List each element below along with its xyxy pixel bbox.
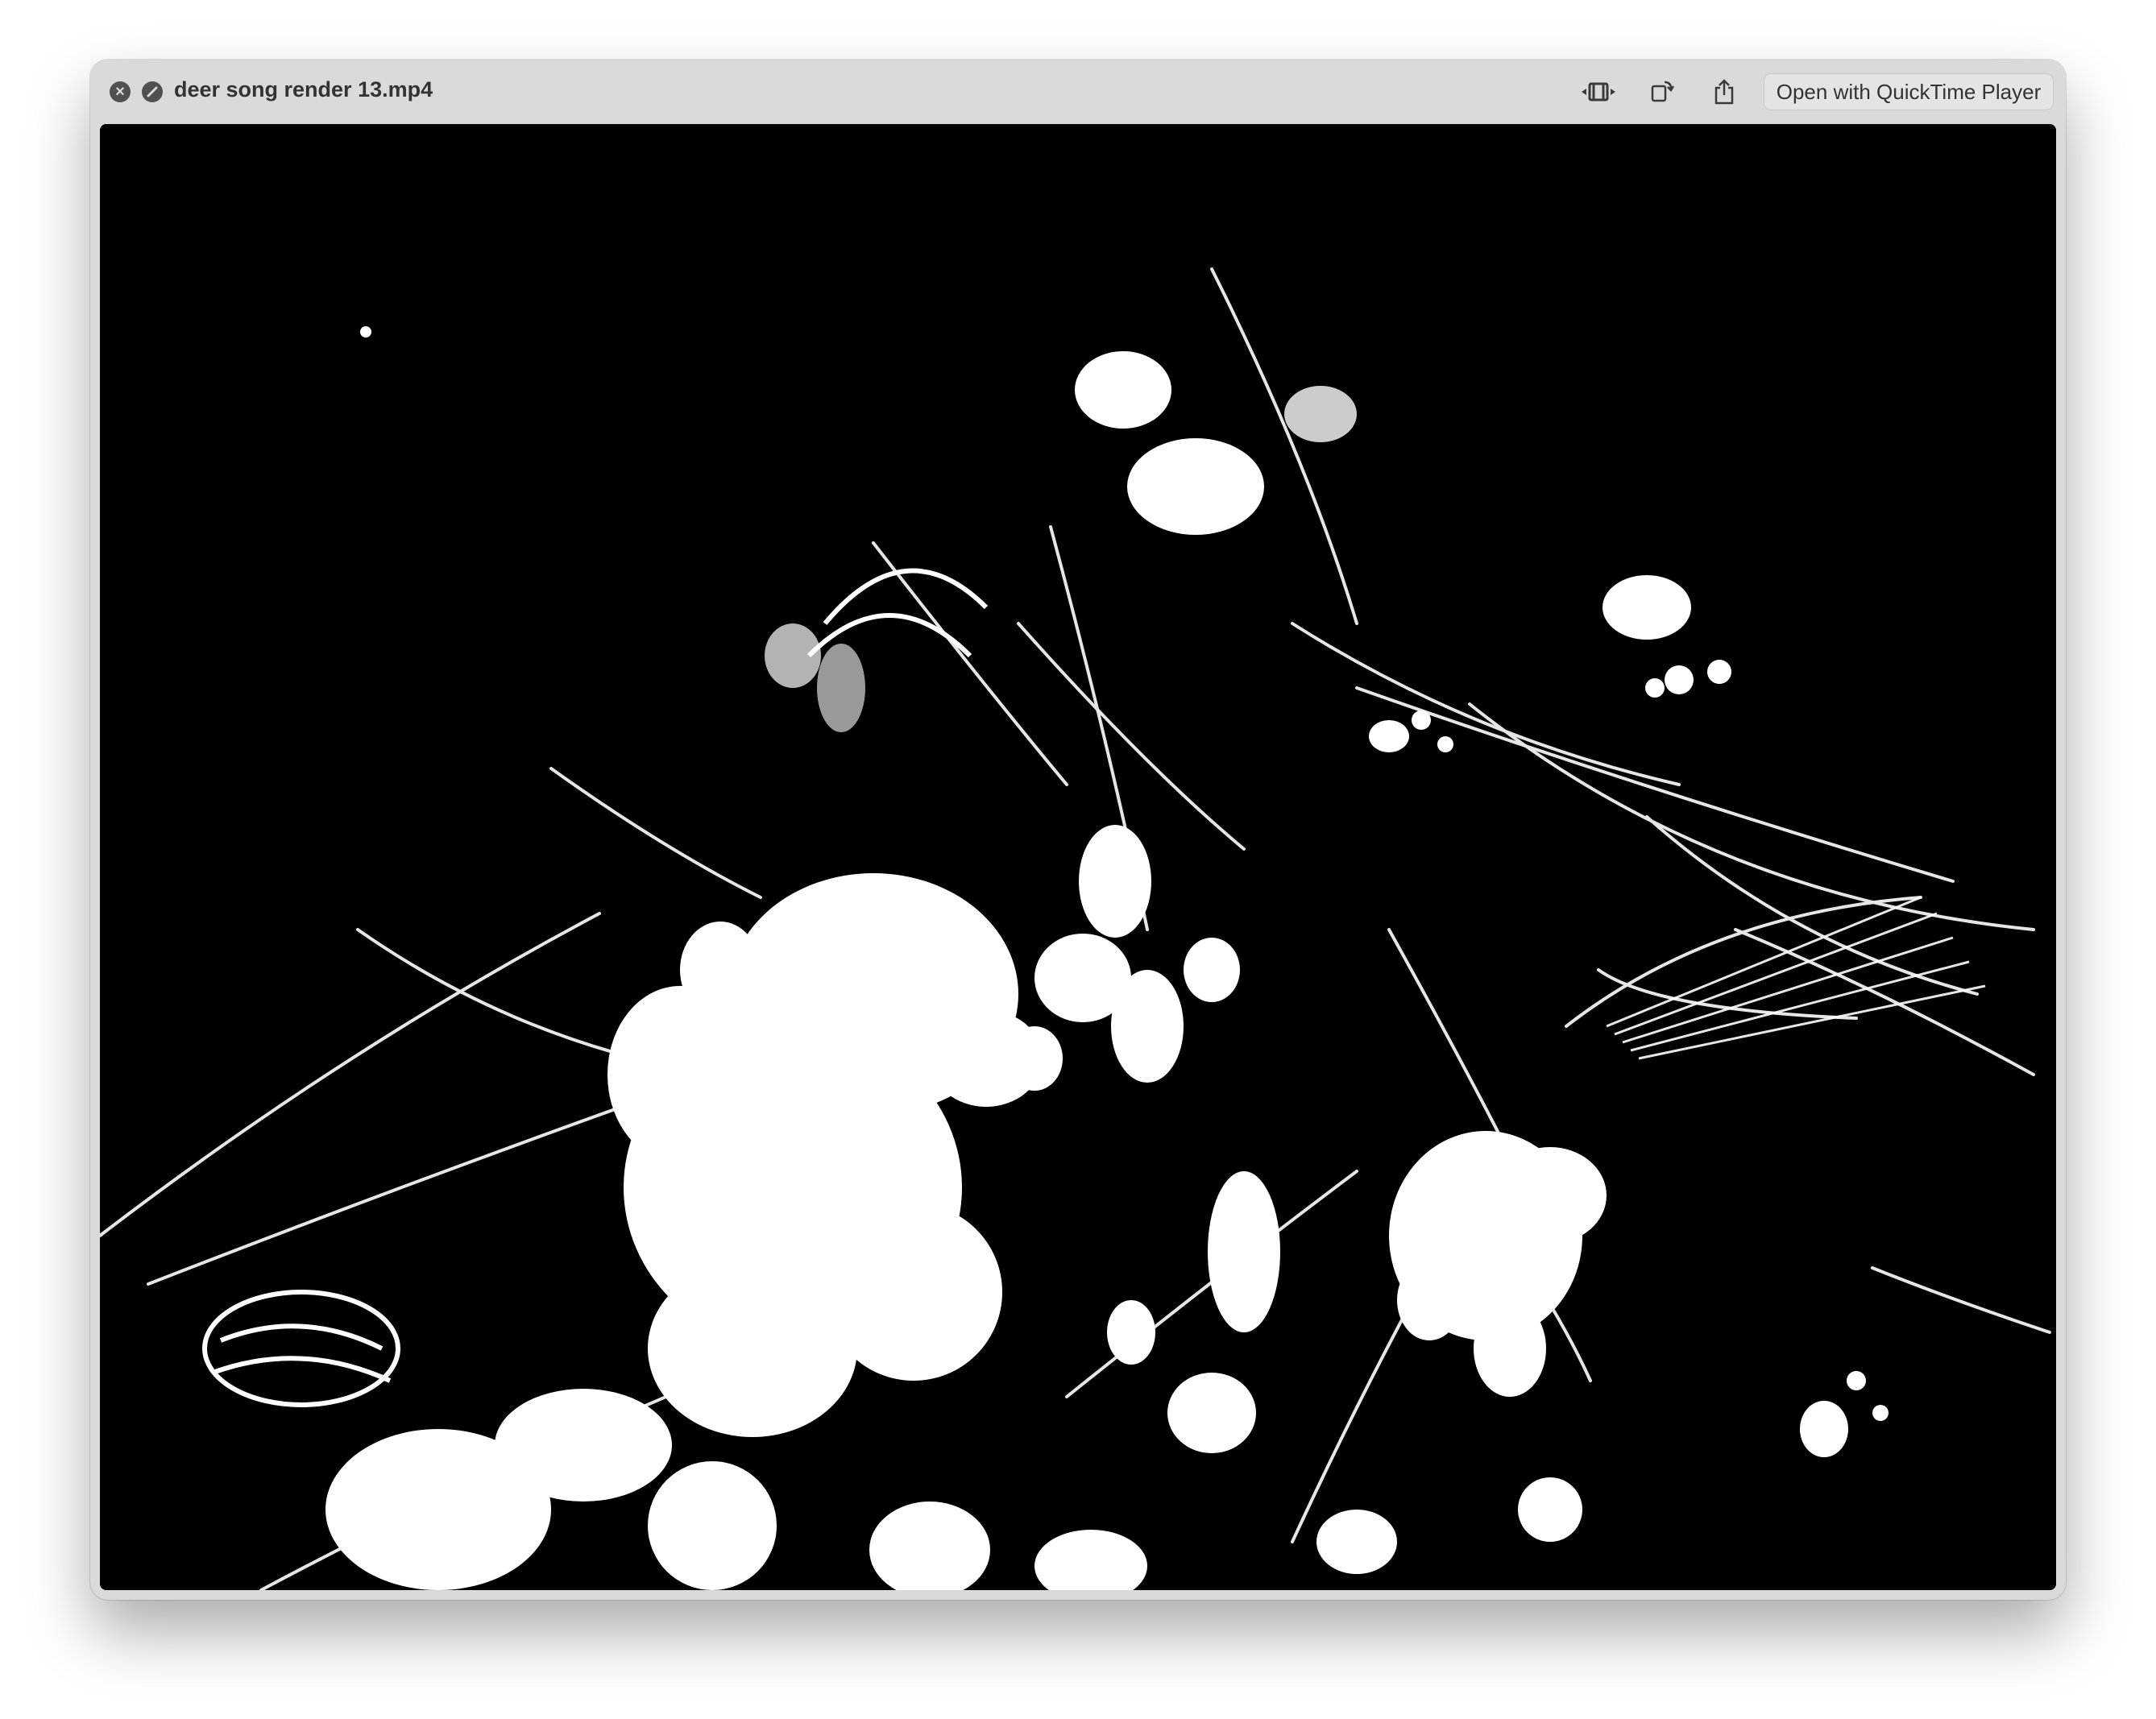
rotate-button[interactable] bbox=[1642, 76, 1681, 108]
clip-icon-glyph bbox=[147, 86, 158, 97]
share-button[interactable] bbox=[1705, 76, 1743, 108]
trim-button[interactable] bbox=[1579, 76, 1618, 108]
open-with-quicktime-button[interactable]: Open with QuickTime Player bbox=[1764, 74, 2053, 110]
trim-icon bbox=[1582, 82, 1615, 101]
quick-look-window: × deer song render 13.mp4 Open with Quic… bbox=[90, 60, 2066, 1600]
rotate-icon bbox=[1651, 81, 1674, 102]
title-bar: × deer song render 13.mp4 Open with Quic… bbox=[90, 60, 2066, 124]
window-title: deer song render 13.mp4 bbox=[174, 77, 433, 101]
clip-icon[interactable] bbox=[142, 81, 163, 102]
close-icon[interactable]: × bbox=[110, 81, 131, 102]
share-icon bbox=[1714, 79, 1734, 105]
video-frame-image bbox=[100, 124, 2056, 1590]
video-preview[interactable] bbox=[100, 124, 2056, 1590]
